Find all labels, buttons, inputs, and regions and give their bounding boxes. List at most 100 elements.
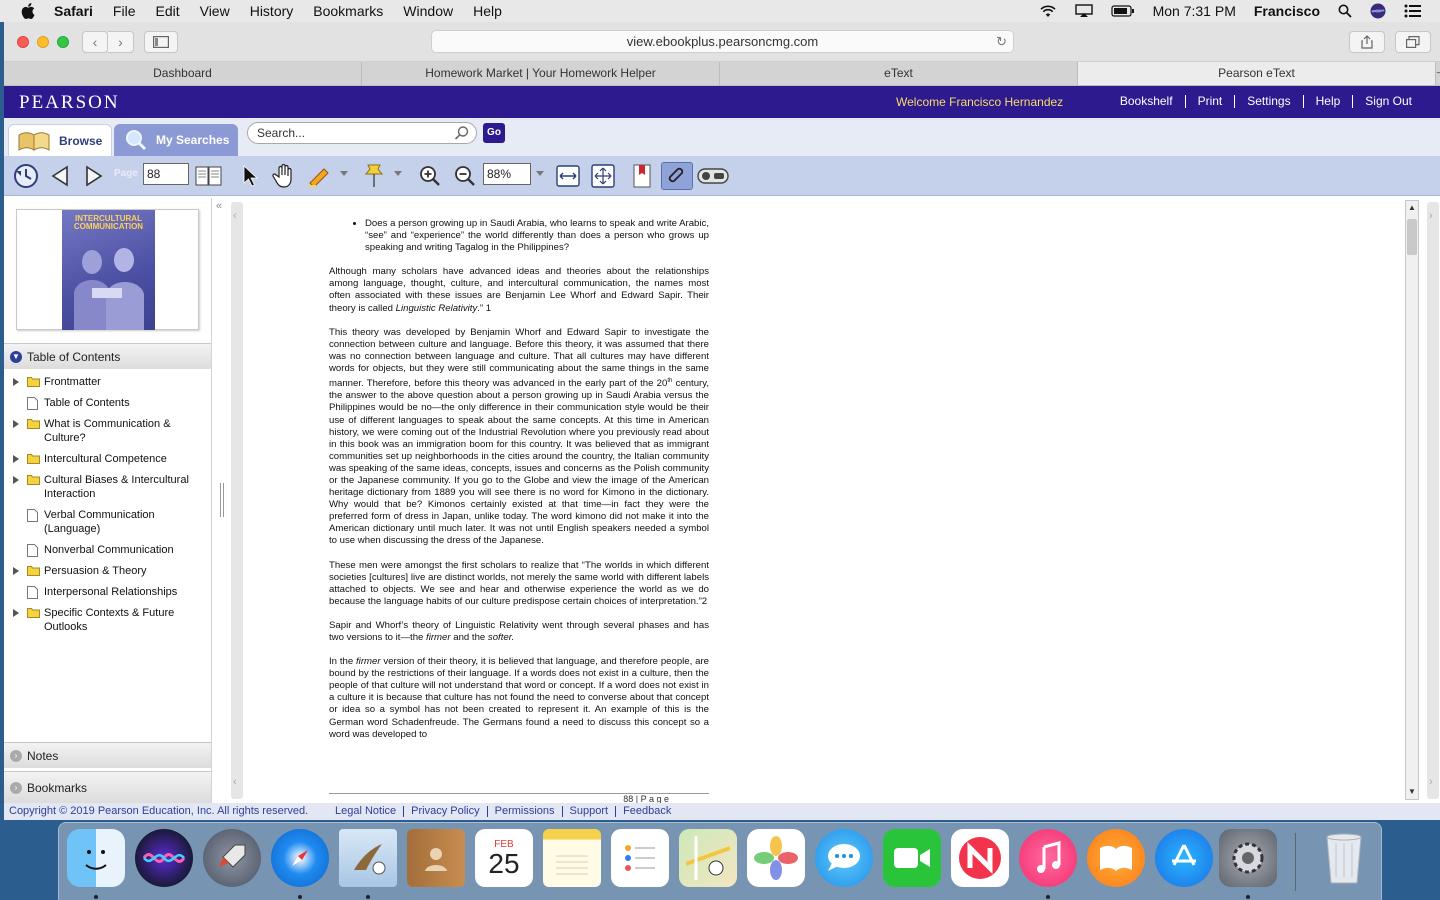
two-page-view-icon[interactable] [194,162,224,190]
menu-window[interactable]: Window [403,3,453,19]
toc-item[interactable]: What is Communication & Culture? [4,417,211,445]
bookmarks-header[interactable]: › Bookmarks [4,771,211,803]
permissions-link[interactable]: Permissions [486,806,562,817]
menu-edit[interactable]: Edit [155,3,179,19]
collapse-sidebar-icon[interactable]: « [216,200,222,212]
menu-file[interactable]: File [113,3,136,19]
note-pin-icon[interactable] [359,162,389,190]
notification-center-icon[interactable] [1404,4,1422,18]
links-icon[interactable] [661,162,693,190]
expand-arrow-icon[interactable] [13,609,19,617]
zoom-window-button[interactable] [57,36,69,48]
expand-arrow-icon[interactable] [13,420,19,428]
legal-notice-link[interactable]: Legal Notice [335,806,403,817]
toc-item[interactable]: Persuasion & Theory [4,564,211,578]
note-dropdown-icon[interactable] [394,171,402,176]
browser-tab[interactable]: Homework Market | Your Homework Helper [362,62,720,85]
airplay-icon[interactable] [1074,4,1093,18]
zoom-in-icon[interactable] [416,162,444,190]
previous-page-gutter[interactable]: ‹ ‹ [231,202,243,799]
notes-header[interactable]: › Notes [4,742,211,768]
expand-arrow-icon[interactable] [13,455,19,463]
history-icon[interactable] [12,162,40,190]
fit-page-icon[interactable] [589,162,617,190]
battery-icon[interactable] [1110,5,1135,17]
expand-arrow-icon[interactable] [13,476,19,484]
close-window-button[interactable] [17,36,29,48]
toc-item[interactable]: Frontmatter [4,375,211,389]
scrollbar-thumb[interactable] [1407,219,1417,255]
photos-app-icon[interactable] [747,829,805,887]
print-link[interactable]: Print [1184,95,1235,108]
menubar-user[interactable]: Francisco [1254,3,1320,19]
mail-app-icon[interactable] [339,829,397,887]
toc-item[interactable]: Verbal Communication (Language) [4,508,211,536]
trash-icon[interactable] [1315,829,1373,887]
tab-my-searches[interactable]: My Searches [114,124,238,156]
zoom-out-icon[interactable] [451,162,479,190]
wifi-icon[interactable] [1039,4,1057,18]
toc-item[interactable]: Intercultural Competence [4,452,211,466]
siri-icon[interactable] [1370,3,1386,19]
messages-app-icon[interactable] [815,829,873,887]
search-input[interactable]: Search... [247,122,477,144]
toc-item[interactable]: Table of Contents [4,396,211,410]
calendar-app-icon[interactable]: FEB 25 [475,829,533,887]
select-pointer-icon[interactable] [238,162,262,190]
reminders-app-icon[interactable] [611,829,669,887]
toc-item[interactable]: Specific Contexts & Future Outlooks [4,606,211,634]
go-button[interactable]: Go [483,123,505,143]
browser-tab[interactable]: Dashboard [4,62,362,85]
search-icon[interactable] [454,125,470,147]
browser-tab-active[interactable]: Pearson eText [1078,62,1436,85]
apple-menu-icon[interactable] [18,0,38,22]
safari-app-icon[interactable] [271,829,329,887]
address-bar[interactable]: view.ebookplus.pearsoncmg.com ↻ [431,30,1014,53]
music-app-icon[interactable] [1019,829,1077,887]
sidebar-toggle-button[interactable] [144,31,178,53]
facetime-app-icon[interactable] [883,829,941,887]
page-number-input[interactable]: 88 [143,163,189,185]
new-tab-button[interactable]: + [1436,62,1440,85]
books-app-icon[interactable] [1087,829,1145,887]
scroll-up-icon[interactable]: ▲ [1406,201,1418,215]
forward-button[interactable]: › [108,31,134,53]
highlighter-dropdown-icon[interactable] [340,171,348,176]
siri-app-icon[interactable] [135,829,193,887]
zoom-dropdown-icon[interactable] [536,171,544,176]
contacts-app-icon[interactable] [407,829,465,887]
toc-item[interactable]: Nonverbal Communication [4,543,211,557]
feedback-link[interactable]: Feedback [615,806,678,817]
show-tabs-button[interactable] [1395,31,1431,53]
previous-page-icon[interactable] [48,162,72,190]
tab-browse[interactable]: Browse [8,124,112,156]
presentation-toggle-icon[interactable] [696,162,730,190]
page-scrollbar[interactable]: ▲ ▼ [1405,200,1419,800]
reload-icon[interactable]: ↻ [996,31,1007,52]
privacy-policy-link[interactable]: Privacy Policy [403,806,486,817]
back-button[interactable]: ‹ [82,31,108,53]
help-link[interactable]: Help [1302,95,1353,108]
minimize-window-button[interactable] [37,36,49,48]
app-store-icon[interactable] [1155,829,1213,887]
menu-help[interactable]: Help [473,3,502,19]
fit-width-icon[interactable] [554,162,582,190]
spotlight-icon[interactable] [1338,4,1352,18]
next-page-icon[interactable] [82,162,106,190]
notes-app-icon[interactable] [543,829,601,887]
maps-app-icon[interactable] [679,829,737,887]
toc-item[interactable]: Interpersonal Relationships [4,585,211,599]
menu-bookmarks[interactable]: Bookmarks [313,3,383,19]
menu-safari[interactable]: Safari [54,3,93,19]
bookmark-page-icon[interactable] [630,162,654,190]
menu-history[interactable]: History [250,3,294,19]
expand-arrow-icon[interactable] [13,567,19,575]
zoom-level-input[interactable]: 88% [483,163,531,185]
news-app-icon[interactable] [951,829,1009,887]
highlighter-icon[interactable] [304,162,334,190]
bookshelf-link[interactable]: Bookshelf [1108,95,1185,108]
menubar-clock[interactable]: Mon 7:31 PM [1153,3,1236,19]
sidebar-resize-handle[interactable] [220,483,224,517]
sign-out-link[interactable]: Sign Out [1352,95,1424,108]
share-button[interactable] [1349,31,1385,53]
